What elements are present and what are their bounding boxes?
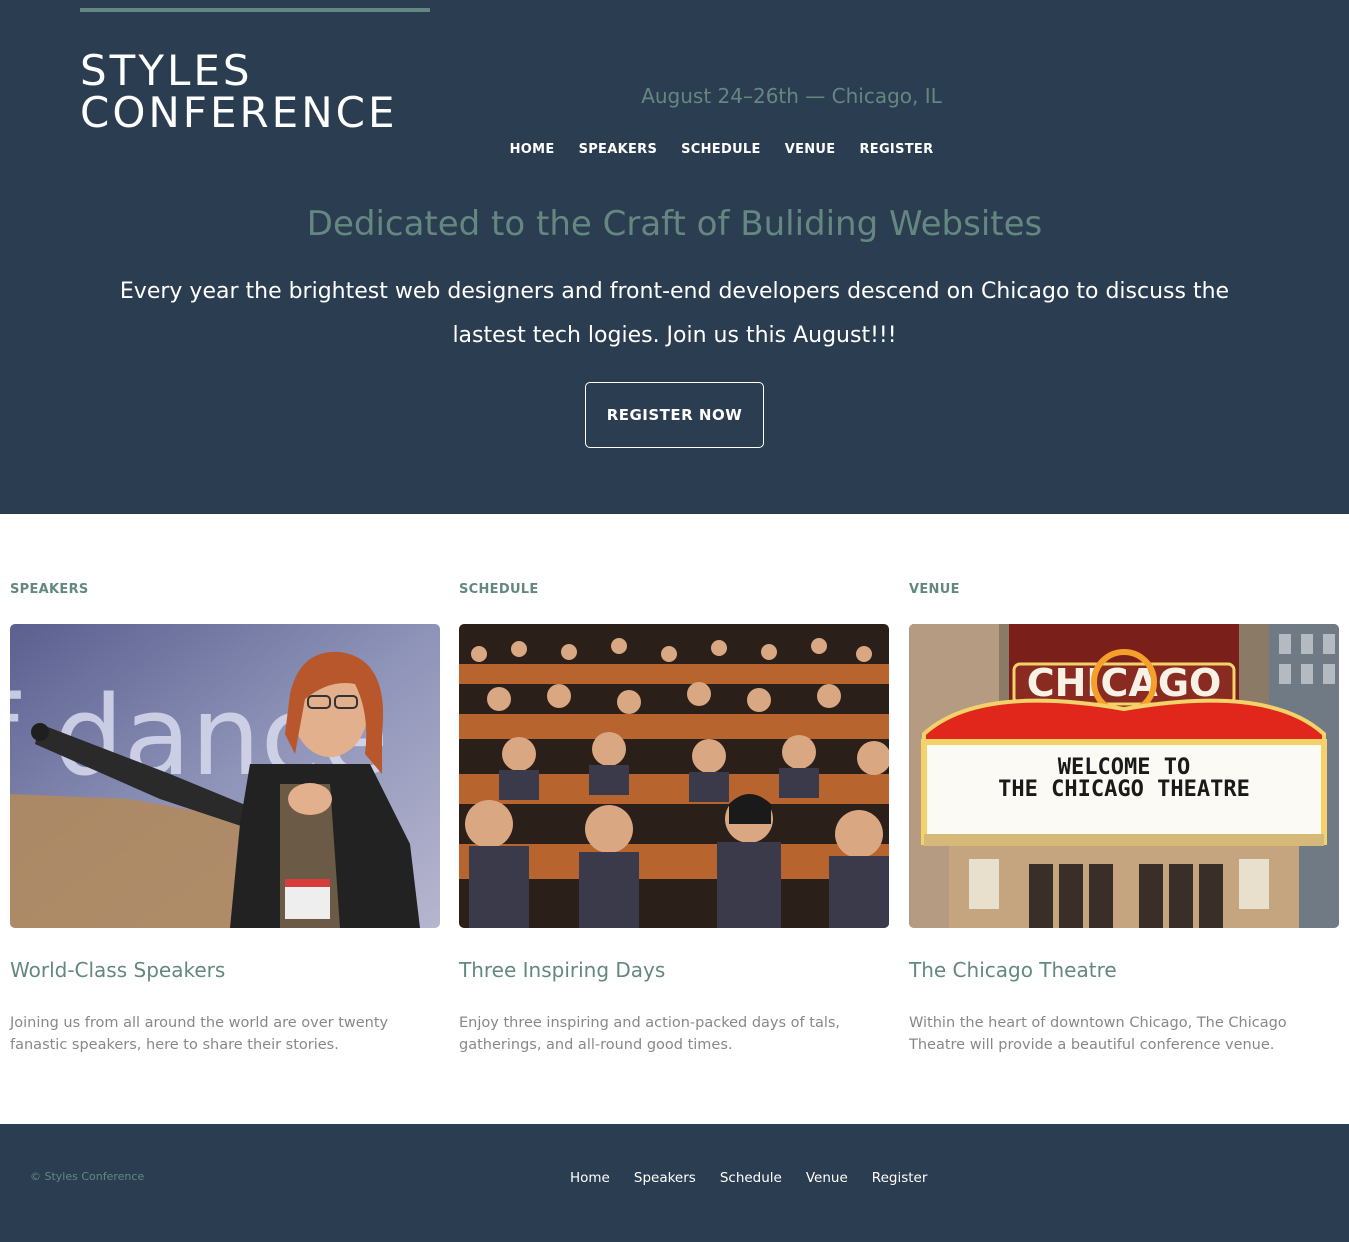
primary-nav: HOME SPEAKERS SCHEDULE VENUE REGISTER [500,138,943,162]
footer-link-schedule[interactable]: Schedule [720,1166,782,1190]
feature-description: Enjoy three inspiring and action-packed … [459,1015,841,1053]
feature-description: Joining us from all around the world are… [10,1015,389,1053]
register-now-button[interactable]: REGISTER NOW [585,382,764,448]
feature-title: Three Inspiring Days [459,958,666,982]
nav-link-home[interactable]: HOME [510,138,555,162]
feature-heading: VENUE [909,582,960,597]
speaker-photo: f dance [10,624,440,928]
footer-nav: Home Speakers Schedule Venue Register [570,1166,927,1190]
nav-link-venue[interactable]: VENUE [785,138,836,162]
feature-description: Within the heart of downtown Chicago, Th… [909,1015,1287,1053]
audience-photo [459,624,889,928]
footer-link-speakers[interactable]: Speakers [634,1166,696,1190]
event-tagline: August 24–26th — Chicago, IL [641,84,942,108]
feature-heading: SPEAKERS [10,582,89,597]
footer-link-home[interactable]: Home [570,1166,610,1190]
hero-description: Every year the brightest web designers a… [119,279,1230,348]
footer-link-venue[interactable]: Venue [806,1166,848,1190]
hero-header: STYLES CONFERENCE August 24–26th — Chica… [0,0,1349,514]
theatre-sign-text: CHICAGO [1027,661,1222,705]
nav-link-schedule[interactable]: SCHEDULE [681,138,761,162]
logo-rule-divider [80,8,430,12]
nav-link-speakers[interactable]: SPEAKERS [579,138,658,162]
nav-link-register[interactable]: REGISTER [859,138,933,162]
hero-title: Dedicated to the Craft of Buliding Websi… [306,204,1043,244]
logo-link[interactable]: STYLES CONFERENCE [80,50,440,134]
feature-title: World-Class Speakers [10,958,226,982]
theatre-photo: CHICAGO WELCOME TO THE CHICAGO THEATRE [909,624,1339,928]
feature-title: The Chicago Theatre [909,958,1117,982]
footer-link-register[interactable]: Register [872,1166,928,1190]
marquee-line-2: THE CHICAGO THEATRE [998,777,1250,802]
copyright-text: © Styles Conference [30,1170,145,1183]
logo-line-2: CONFERENCE [80,88,398,137]
page-footer: © Styles Conference Home Speakers Schedu… [0,1124,1349,1242]
feature-heading: SCHEDULE [459,582,539,597]
features-section: SPEAKERS f dance World-Class Speakers Jo… [0,514,1349,1124]
logo-line-1: STYLES [80,46,253,95]
